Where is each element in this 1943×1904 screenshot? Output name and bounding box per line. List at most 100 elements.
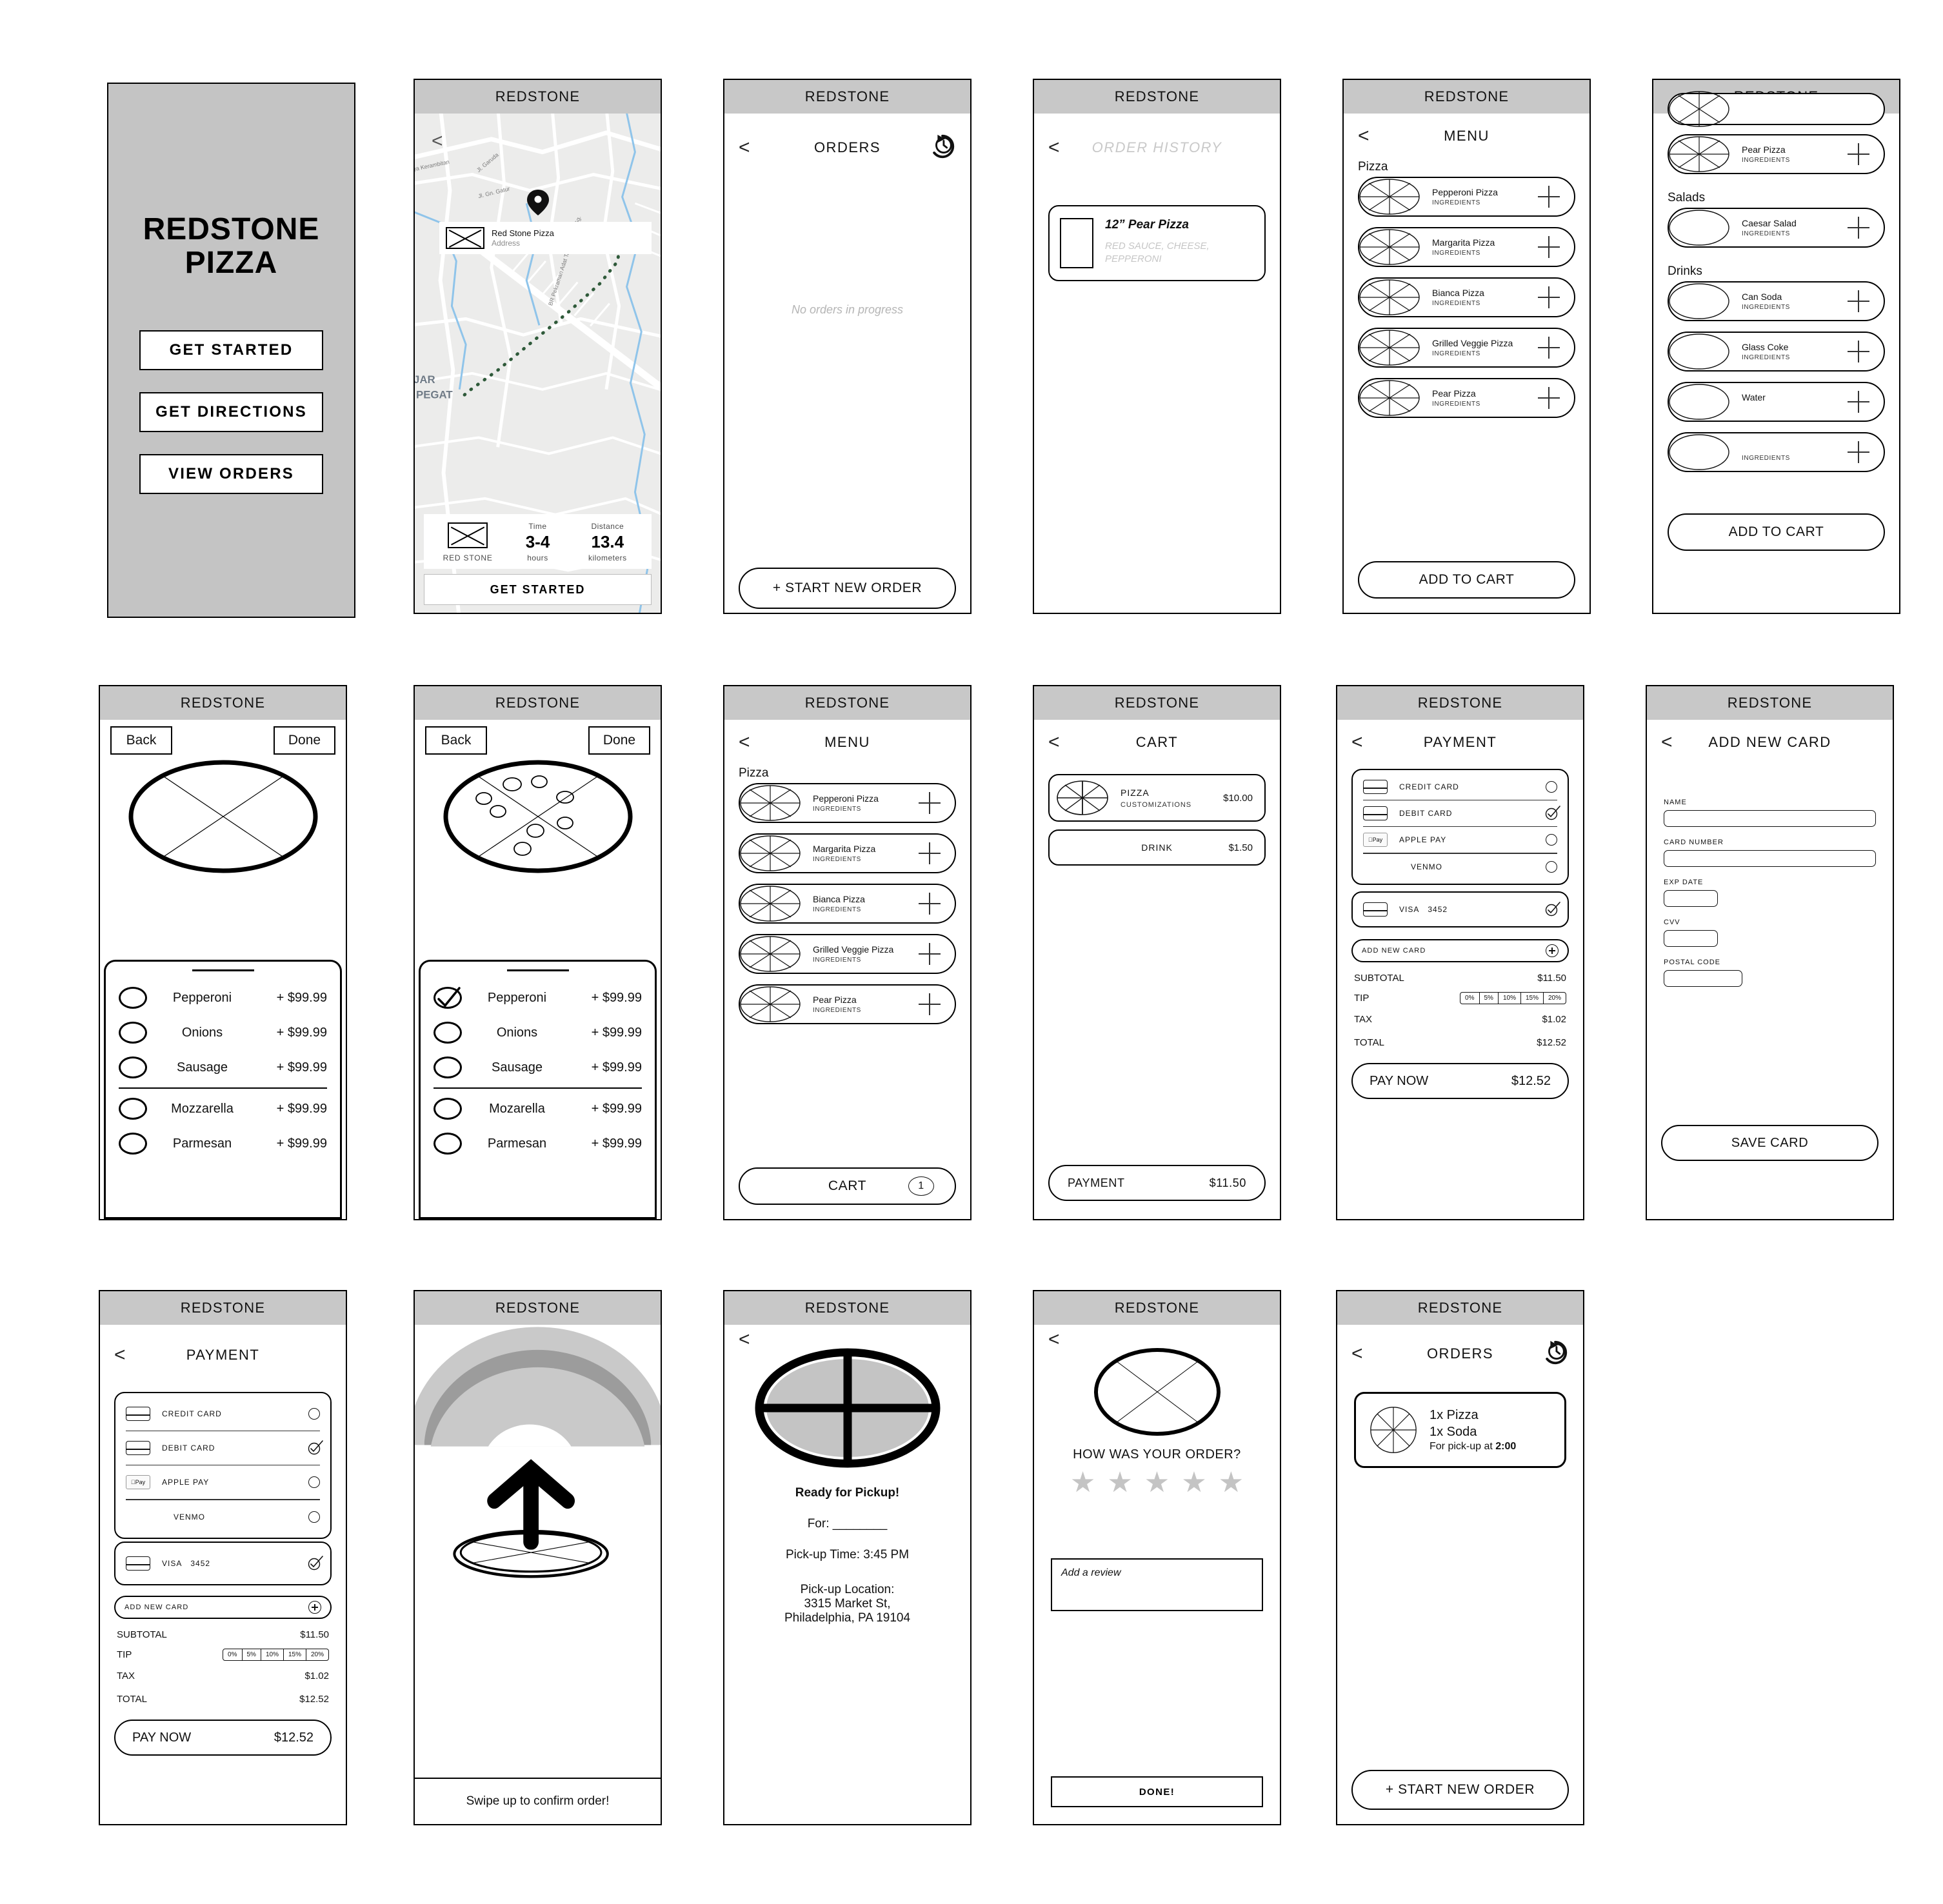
menu-item-row[interactable]: Pear Pizza INGREDIENTS — [739, 984, 956, 1024]
radio-unselected-icon[interactable] — [1546, 834, 1557, 846]
topping-checkbox-checked[interactable] — [433, 987, 462, 1009]
radio-selected-icon[interactable] — [308, 1440, 323, 1455]
tip-option[interactable]: 10% — [1499, 993, 1521, 1004]
back-chevron-icon[interactable]: < — [114, 1345, 126, 1365]
menu-item-row[interactable]: Margarita Pizza INGREDIENTS — [1358, 227, 1575, 267]
star-icon[interactable]: ★ — [1107, 1469, 1132, 1497]
add-new-card-button[interactable]: ADD NEW CARD — [1351, 939, 1569, 962]
back-chevron-icon[interactable]: < — [1351, 733, 1363, 752]
topping-checkbox[interactable] — [119, 1056, 147, 1078]
menu-item-row[interactable]: Grilled Veggie Pizza INGREDIENTS — [1358, 328, 1575, 368]
add-item-icon[interactable] — [919, 893, 941, 915]
saved-card-group[interactable]: VISA 3452 — [114, 1542, 332, 1585]
add-to-cart-button[interactable]: ADD TO CART — [1358, 561, 1575, 599]
add-item-icon[interactable] — [1848, 290, 1869, 312]
cheese-checkbox[interactable] — [119, 1133, 147, 1155]
radio-unselected-icon[interactable] — [1546, 860, 1557, 873]
map-get-started-button[interactable]: GET STARTED — [424, 574, 652, 605]
topping-row[interactable]: Onions + $99.99 — [119, 1015, 327, 1050]
done-button[interactable]: Done — [588, 726, 650, 755]
radio-unselected-icon[interactable] — [1546, 781, 1557, 793]
review-input[interactable]: Add a review — [1051, 1558, 1263, 1611]
tip-selector[interactable]: 0% 5% 10% 15% 20% — [1460, 992, 1566, 1004]
menu-item-row[interactable]: Pear Pizza INGREDIENTS — [1358, 378, 1575, 418]
pay-now-button[interactable]: PAY NOW $12.52 — [1351, 1063, 1569, 1099]
save-card-button[interactable]: SAVE CARD — [1661, 1125, 1878, 1161]
back-chevron-icon[interactable]: < — [1048, 1330, 1060, 1349]
star-rating[interactable]: ★ ★ ★ ★ ★ — [1034, 1469, 1280, 1497]
menu-item-row[interactable]: Glass Coke INGREDIENTS — [1668, 332, 1885, 372]
cheese-row[interactable]: Mozarella + $99.99 — [433, 1091, 642, 1126]
back-chevron-icon[interactable]: < — [739, 1330, 750, 1349]
back-chevron-icon[interactable]: < — [432, 130, 443, 152]
radio-unselected-icon[interactable] — [308, 1511, 320, 1523]
radio-unselected-icon[interactable] — [308, 1476, 320, 1489]
view-orders-button[interactable]: VIEW ORDERS — [139, 453, 323, 494]
cart-button[interactable]: CART 1 — [739, 1167, 956, 1205]
topping-row[interactable]: Pepperoni + $99.99 — [119, 980, 327, 1015]
order-history-item[interactable]: 12” Pear Pizza RED SAUCE, CHEESE, PEPPER… — [1048, 205, 1266, 281]
cart-item-pizza[interactable]: PIZZA CUSTOMIZATIONS $10.00 — [1048, 774, 1266, 822]
add-item-icon[interactable] — [1538, 286, 1560, 308]
add-item-icon[interactable] — [919, 943, 941, 965]
payment-method-row[interactable]: Pay APPLE PAY — [1353, 827, 1568, 853]
radio-selected-icon[interactable] — [308, 1556, 323, 1571]
cheese-checkbox[interactable] — [433, 1133, 462, 1155]
cheese-checkbox[interactable] — [119, 1098, 147, 1120]
payment-method-row[interactable]: CREDIT CARD — [1353, 774, 1568, 800]
radio-selected-icon[interactable] — [1545, 902, 1560, 917]
menu-item-row[interactable]: Caesar Salad INGREDIENTS — [1668, 208, 1885, 248]
map-canvas[interactable]: ya Kerambitan Jl. Garuda Jl. Gn. Gatur B… — [415, 114, 661, 613]
cheese-row[interactable]: Parmesan + $99.99 — [119, 1126, 327, 1161]
drag-handle[interactable] — [506, 969, 569, 971]
get-directions-button[interactable]: GET DIRECTIONS — [139, 392, 323, 432]
tip-option[interactable]: 0% — [1460, 993, 1480, 1004]
menu-item-row[interactable]: Pepperoni Pizza INGREDIENTS — [739, 783, 956, 823]
star-icon[interactable]: ★ — [1144, 1469, 1170, 1497]
back-chevron-icon[interactable]: < — [1358, 126, 1370, 146]
order-history-icon[interactable] — [1542, 1339, 1569, 1369]
menu-item-row[interactable]: Margarita Pizza INGREDIENTS — [739, 833, 956, 873]
cheese-row[interactable]: Parmesan + $99.99 — [433, 1126, 642, 1161]
menu-item-row-clipped[interactable] — [1668, 91, 1885, 127]
cvv-field[interactable] — [1664, 930, 1718, 947]
add-item-icon[interactable] — [919, 842, 941, 864]
radio-selected-icon[interactable] — [1545, 806, 1560, 820]
payment-method-row[interactable]: Pay APPLE PAY — [115, 1465, 330, 1499]
add-item-icon[interactable] — [1538, 186, 1560, 208]
active-order-card[interactable]: 1x Pizza 1x Soda For pick-up at 2:00 — [1354, 1392, 1566, 1468]
postal-code-field[interactable] — [1664, 970, 1742, 987]
back-chevron-icon[interactable]: < — [1048, 138, 1060, 157]
card-number-field[interactable] — [1664, 850, 1876, 867]
place-card[interactable]: Red Stone Pizza Address — [439, 222, 652, 254]
add-item-icon[interactable] — [1538, 236, 1560, 258]
pizza-preview[interactable] — [415, 759, 661, 875]
menu-item-row[interactable]: Bianca Pizza INGREDIENTS — [1358, 277, 1575, 317]
add-item-icon[interactable] — [1848, 143, 1869, 165]
tip-option[interactable]: 15% — [1521, 993, 1544, 1004]
topping-row[interactable]: Pepperoni + $99.99 — [433, 980, 642, 1015]
order-history-icon[interactable] — [929, 133, 956, 163]
exp-date-field[interactable] — [1664, 890, 1718, 907]
payment-method-row[interactable]: DEBIT CARD — [115, 1431, 330, 1465]
back-chevron-icon[interactable]: < — [739, 733, 750, 752]
star-icon[interactable]: ★ — [1070, 1469, 1095, 1497]
topping-checkbox[interactable] — [119, 1022, 147, 1044]
add-new-card-button[interactable]: ADD NEW CARD — [114, 1596, 332, 1619]
payment-method-row[interactable]: CREDIT CARD — [115, 1397, 330, 1431]
topping-checkbox[interactable] — [119, 987, 147, 1009]
radio-unselected-icon[interactable] — [308, 1408, 320, 1420]
menu-item-row-clipped[interactable]: .INGREDIENTS — [1668, 432, 1885, 472]
pizza-preview[interactable] — [100, 759, 346, 875]
add-to-cart-button[interactable]: ADD TO CART — [1668, 513, 1885, 551]
menu-item-row[interactable]: Water. — [1668, 382, 1885, 422]
cart-item-drink[interactable]: DRINK $1.50 — [1048, 829, 1266, 866]
topping-row[interactable]: Onions + $99.99 — [433, 1015, 642, 1050]
menu-item-row[interactable]: Pepperoni Pizza INGREDIENTS — [1358, 177, 1575, 217]
start-new-order-button[interactable]: + START NEW ORDER — [1351, 1770, 1569, 1810]
back-chevron-icon[interactable]: < — [739, 138, 750, 157]
star-icon[interactable]: ★ — [1219, 1469, 1244, 1497]
cheese-row[interactable]: Mozzarella + $99.99 — [119, 1091, 327, 1126]
tip-option[interactable]: 0% — [223, 1649, 243, 1660]
back-chevron-icon[interactable]: < — [1048, 733, 1060, 752]
